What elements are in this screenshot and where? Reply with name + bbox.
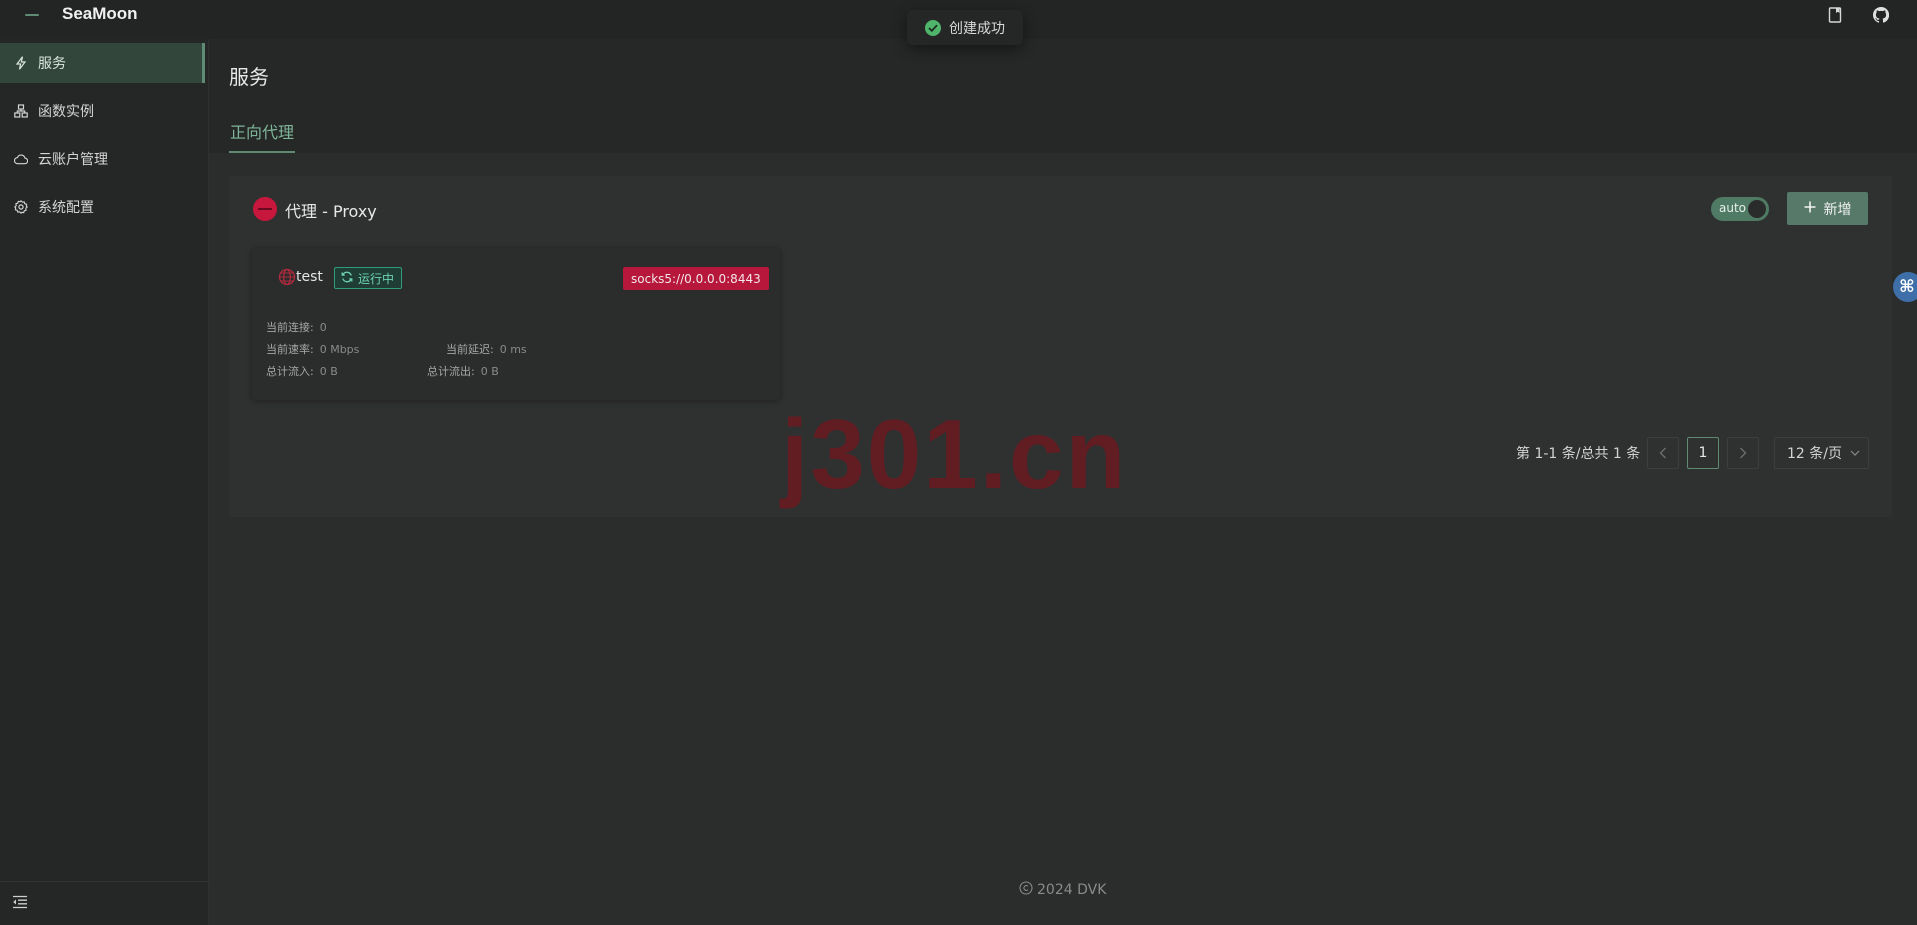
stat-connections: 当前连接: 0	[266, 319, 327, 335]
stat-label: 总计流出:	[427, 365, 475, 378]
toggle-label: auto	[1719, 201, 1747, 215]
add-button-label: 新增	[1823, 201, 1852, 218]
toast-message: 创建成功	[949, 20, 1005, 37]
toggle-knob	[1748, 200, 1766, 218]
footer: 2024 DVK	[1019, 881, 1106, 899]
stat-label: 当前连接:	[266, 321, 314, 334]
proxy-item[interactable]: test 运行中 socks5://0.0.0.0:8443 当前连接: 0 当前…	[252, 248, 780, 400]
app-title: SeaMoon	[62, 4, 138, 23]
next-page-button[interactable]	[1727, 437, 1759, 469]
sidebar-item-services[interactable]: 服务	[0, 43, 205, 83]
stat-value: 0	[319, 321, 327, 334]
sidebar-footer	[0, 881, 209, 925]
check-circle-icon	[925, 19, 941, 36]
stat-value: 0 Mbps	[319, 343, 360, 356]
add-button[interactable]: 新增	[1787, 192, 1868, 225]
logo-mark	[25, 14, 39, 16]
chevron-down-icon	[1850, 450, 1860, 456]
sync-icon	[341, 271, 353, 286]
gear-icon	[14, 200, 28, 214]
prev-page-button[interactable]	[1647, 437, 1679, 469]
sidebar-item-label: 服务	[38, 56, 66, 72]
copyright-icon	[1019, 881, 1033, 899]
status-label: 运行中	[358, 271, 395, 286]
plus-icon	[1804, 201, 1816, 217]
chevron-right-icon	[1740, 447, 1747, 459]
watermark: j301.cn	[781, 399, 1128, 509]
footer-text: 2024 DVK	[1037, 882, 1107, 898]
menu-collapse-icon[interactable]	[12, 894, 30, 912]
command-shortcut-button[interactable]: ⌘	[1893, 272, 1917, 302]
docs-icon[interactable]	[1825, 5, 1845, 25]
stat-label: 总计流入:	[266, 365, 314, 378]
stat-inbound: 总计流入: 0 B	[266, 363, 338, 379]
pagination-total: 第 1-1 条/总共 1 条	[1516, 446, 1641, 462]
proxy-icon	[253, 197, 277, 221]
page-title: 服务	[229, 65, 269, 89]
stat-value: 0 ms	[499, 343, 527, 356]
sidebar-item-cloud-accounts[interactable]: 云账户管理	[0, 139, 205, 179]
stat-latency: 当前延迟: 0 ms	[446, 341, 527, 357]
network-icon	[14, 104, 28, 118]
proxy-name: test	[296, 269, 323, 285]
stat-outbound: 总计流出: 0 B	[427, 363, 499, 379]
stat-label: 当前延迟:	[446, 343, 494, 356]
page-header: 服务 正向代理	[209, 39, 1917, 153]
globe-icon	[278, 268, 296, 286]
card-title: 代理 - Proxy	[285, 202, 377, 221]
sidebar: 服务 函数实例 云账户管理 系统配置	[0, 39, 209, 925]
address-badge: socks5://0.0.0.0:8443	[623, 267, 769, 290]
tab-forward-proxy[interactable]: 正向代理	[229, 119, 296, 153]
page-button-1[interactable]: 1	[1687, 437, 1719, 469]
stat-value: 0 B	[480, 365, 499, 378]
sidebar-item-label: 系统配置	[38, 200, 94, 216]
sidebar-item-label: 函数实例	[38, 104, 94, 120]
sidebar-item-function-instances[interactable]: 函数实例	[0, 91, 205, 131]
page-size-select[interactable]: 12 条/页	[1774, 437, 1869, 469]
chevron-left-icon	[1659, 447, 1666, 459]
stat-value: 0 B	[319, 365, 338, 378]
success-toast: 创建成功	[907, 10, 1023, 45]
status-badge: 运行中	[334, 267, 403, 289]
page-size-value: 12 条/页	[1787, 446, 1842, 462]
stat-rate: 当前速率: 0 Mbps	[266, 341, 359, 357]
sidebar-item-system-config[interactable]: 系统配置	[0, 187, 205, 227]
auto-toggle[interactable]: auto	[1711, 197, 1769, 221]
lightning-icon	[14, 56, 28, 70]
github-icon[interactable]	[1871, 5, 1891, 25]
cloud-icon	[14, 152, 28, 166]
sidebar-item-label: 云账户管理	[38, 152, 108, 168]
stat-label: 当前速率:	[266, 343, 314, 356]
